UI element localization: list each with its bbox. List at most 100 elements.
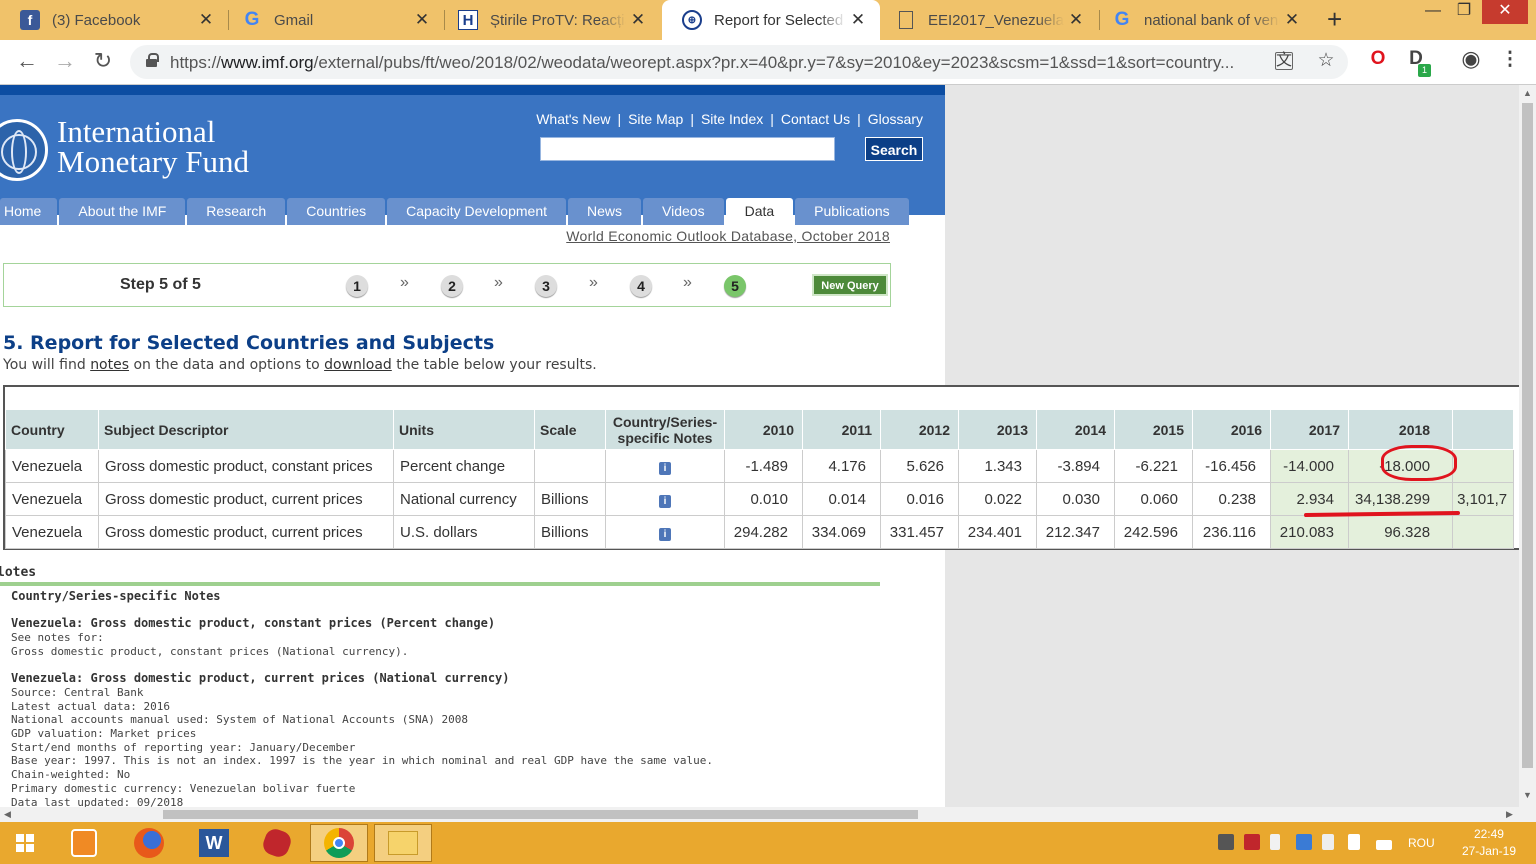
step-1[interactable]: 1: [346, 275, 368, 297]
step-5-current: 5: [724, 275, 746, 297]
tab-google-search[interactable]: G national bank of venez ✕: [1092, 0, 1314, 40]
download-link[interactable]: download: [324, 357, 392, 373]
step-2[interactable]: 2: [441, 275, 463, 297]
extension-badge: 1: [1418, 64, 1431, 77]
tab-gmail[interactable]: G Gmail ✕: [222, 0, 444, 40]
imf-wordmark[interactable]: International Monetary Fund: [57, 116, 250, 179]
horizontal-scroll-thumb[interactable]: [163, 810, 918, 819]
scroll-right-arrow[interactable]: ▶: [1506, 809, 1513, 820]
cell-subject: Gross domestic product, current prices: [98, 482, 394, 516]
horizontal-scrollbar[interactable]: ◀ ▶: [0, 807, 1519, 822]
nav-capacity-development[interactable]: Capacity Development: [387, 198, 566, 225]
weo-database-link[interactable]: World Economic Outlook Database, October…: [566, 228, 890, 244]
reload-button[interactable]: ↻: [88, 48, 118, 74]
scroll-up-arrow[interactable]: ▲: [1523, 88, 1532, 98]
close-tab-icon[interactable]: ✕: [1064, 10, 1088, 30]
info-icon[interactable]: i: [659, 527, 671, 541]
new-tab-button[interactable]: +: [1327, 4, 1342, 35]
word-icon: W: [199, 829, 229, 857]
vertical-scroll-thumb[interactable]: [1522, 103, 1533, 768]
info-icon[interactable]: i: [659, 494, 671, 508]
nav-data[interactable]: Data: [725, 198, 794, 226]
url-text[interactable]: https://www.imf.org/external/pubs/ft/weo…: [170, 53, 1260, 73]
search-button[interactable]: Search: [865, 137, 923, 161]
main-nav: Home About the IMF Research Countries Ca…: [0, 198, 911, 226]
close-tab-icon[interactable]: ✕: [410, 10, 434, 30]
tray-flag-icon[interactable]: [1348, 834, 1360, 850]
close-tab-icon[interactable]: ✕: [846, 10, 870, 30]
step-3[interactable]: 3: [535, 275, 557, 297]
nav-news[interactable]: News: [568, 198, 642, 225]
scroll-down-arrow[interactable]: ▼: [1523, 790, 1532, 800]
window-close-button[interactable]: ✕: [1482, 0, 1528, 24]
nav-about[interactable]: About the IMF: [59, 198, 186, 225]
nav-publications[interactable]: Publications: [795, 198, 909, 225]
system-clock[interactable]: 22:49 27-Jan-19: [1462, 826, 1516, 860]
tray-security-icon[interactable]: [1218, 834, 1234, 850]
taskbar-media-player[interactable]: [55, 824, 113, 862]
cell-units: Percent change: [393, 449, 535, 483]
cell-subject: Gross domestic product, current prices: [98, 515, 394, 549]
site-search-input[interactable]: [540, 137, 835, 161]
opera-icon[interactable]: O: [1365, 48, 1391, 70]
close-tab-icon[interactable]: ✕: [626, 10, 650, 30]
translate-icon[interactable]: 文: [1275, 52, 1293, 70]
vertical-scrollbar[interactable]: ▲ ▼: [1519, 85, 1536, 822]
taskbar-chrome[interactable]: [310, 824, 368, 862]
cell-value: 331.457: [880, 515, 959, 549]
profile-avatar-icon[interactable]: ◉: [1458, 46, 1484, 72]
bookmark-star-icon[interactable]: ☆: [1313, 49, 1339, 72]
language-indicator[interactable]: ROU: [1408, 836, 1435, 850]
start-button[interactable]: [0, 824, 50, 862]
forward-button[interactable]: →: [50, 48, 80, 74]
info-icon[interactable]: i: [659, 461, 671, 475]
tray-network-icon[interactable]: [1296, 834, 1312, 850]
address-bar[interactable]: https://www.imf.org/external/pubs/ft/weo…: [130, 45, 1348, 79]
nav-countries[interactable]: Countries: [287, 198, 386, 225]
document-icon: [899, 11, 913, 29]
note-line: Primary domestic currency: Venezuelan bo…: [11, 781, 356, 795]
cell-value: 334.069: [802, 515, 881, 549]
link-glossary[interactable]: Glossary: [868, 111, 923, 127]
col-notes: Country/Series-specific Notes: [605, 409, 725, 450]
new-query-button[interactable]: New Query: [812, 274, 888, 296]
notes-link[interactable]: notes: [90, 357, 129, 373]
chrome-icon: [324, 828, 354, 858]
taskbar-firefox[interactable]: [120, 824, 178, 862]
scroll-left-arrow[interactable]: ◀: [4, 809, 11, 820]
tab-eei-document[interactable]: EEI2017_Venezuela_en ✕: [876, 0, 1098, 40]
link-site-map[interactable]: Site Map: [628, 111, 683, 127]
cell-value: 0.010: [724, 482, 803, 516]
imf-name-line2: Monetary Fund: [57, 144, 250, 179]
col-scale: Scale: [534, 409, 606, 450]
link-contact-us[interactable]: Contact Us: [781, 111, 850, 127]
link-whats-new[interactable]: What's New: [536, 111, 610, 127]
close-tab-icon[interactable]: ✕: [194, 10, 218, 30]
taskbar-word[interactable]: W: [185, 824, 243, 862]
subtitle-text: You will find: [3, 357, 91, 373]
nav-videos[interactable]: Videos: [643, 198, 724, 225]
tray-volume-icon[interactable]: [1270, 834, 1280, 850]
nav-home[interactable]: Home: [0, 198, 58, 225]
subtitle-text: on the data and options to: [129, 357, 325, 373]
taskbar-file-explorer[interactable]: [374, 824, 432, 862]
close-tab-icon[interactable]: ✕: [1280, 10, 1304, 30]
link-site-index[interactable]: Site Index: [701, 111, 763, 127]
imf-seal-logo[interactable]: [0, 119, 48, 181]
menu-kebab-icon[interactable]: ⋮: [1497, 48, 1523, 71]
nav-research[interactable]: Research: [187, 198, 286, 225]
tray-antivirus-icon[interactable]: [1244, 834, 1260, 850]
tray-signal-icon[interactable]: [1376, 840, 1392, 850]
step-4[interactable]: 4: [630, 275, 652, 297]
restore-button[interactable]: ❐: [1445, 0, 1483, 24]
table-row: Venezuela Gross domestic product, curren…: [5, 482, 1515, 516]
tab-imf-report[interactable]: ⊕ Report for Selected Co ✕: [662, 0, 880, 40]
tab-protv[interactable]: H Știrile ProTV: Reacția u ✕: [438, 0, 660, 40]
cell-value-estimate: 210.083: [1270, 515, 1349, 549]
back-button[interactable]: ←: [12, 48, 42, 74]
tray-battery-icon[interactable]: [1322, 834, 1334, 850]
taskbar-game[interactable]: [248, 824, 306, 862]
note-line: Source: Central Bank: [11, 685, 144, 699]
tab-facebook[interactable]: f (3) Facebook ✕: [0, 0, 228, 40]
cell-country: Venezuela: [5, 515, 99, 549]
